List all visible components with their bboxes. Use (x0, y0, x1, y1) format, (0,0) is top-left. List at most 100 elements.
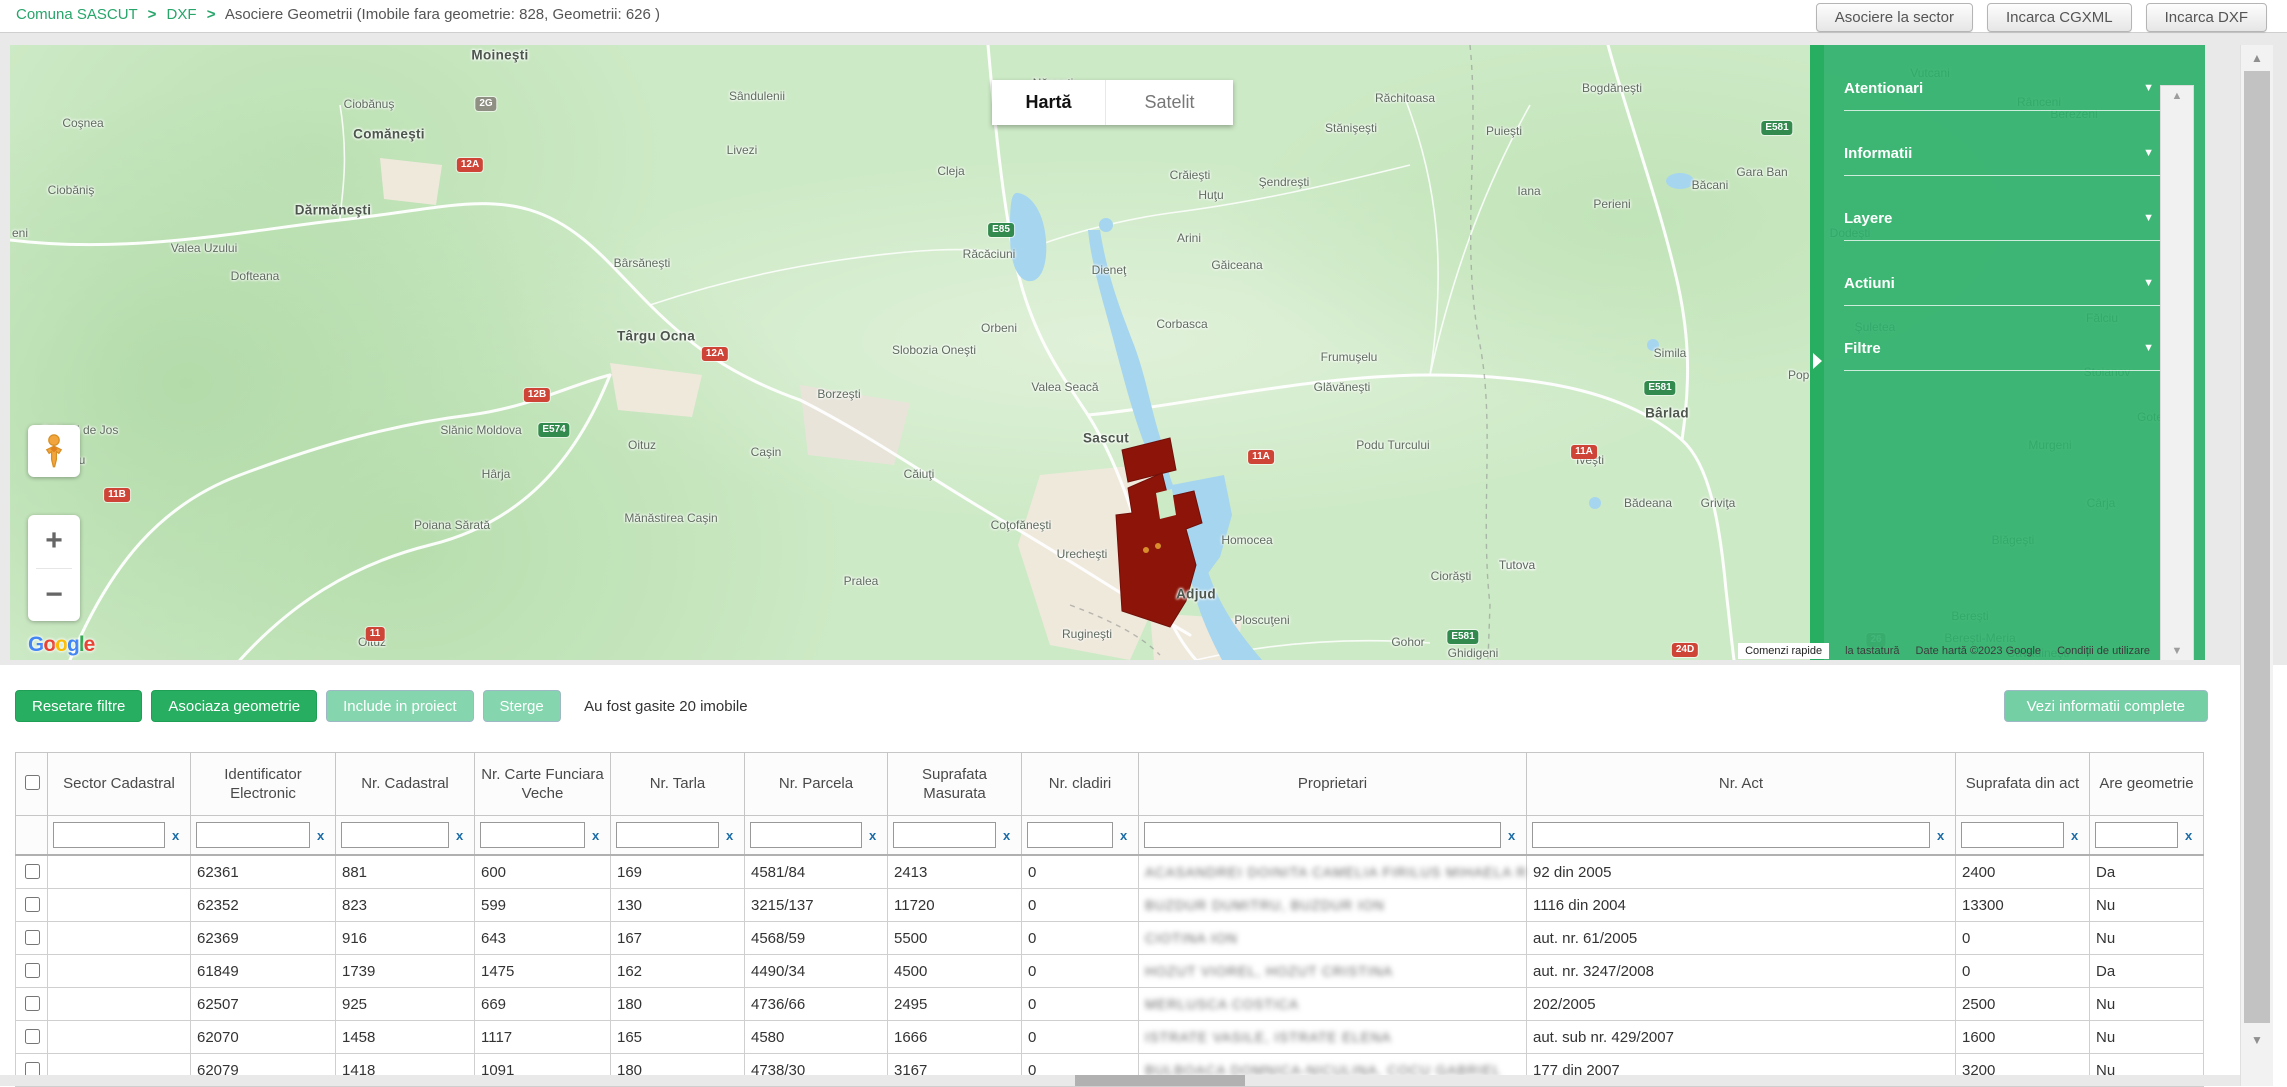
panel-scrollbar[interactable]: ▲ ▼ (2160, 85, 2194, 660)
table-cell: 600 (475, 855, 611, 889)
road-badge: 2G (475, 97, 496, 111)
keyboard-suffix: la tastatură (1845, 645, 1899, 657)
filter-input[interactable] (1532, 822, 1930, 848)
table-cell: 4580 (745, 1021, 888, 1054)
filter-cell: x (611, 816, 745, 856)
horizontal-scrollbar[interactable] (0, 1075, 2240, 1086)
row-checkbox[interactable] (25, 996, 40, 1011)
panel-section-filtre[interactable]: Filtre▼ (1844, 340, 2160, 392)
clear-filter-button[interactable]: x (317, 828, 324, 843)
panel-section-actiuni[interactable]: Actiuni▼ (1844, 275, 2160, 327)
breadcrumb: Comuna SASCUT > DXF > Asociere Geometrii… (16, 6, 660, 23)
filter-input[interactable] (341, 822, 449, 848)
map-container[interactable]: MoineştiCoşneaCiobănuşComăneştiSânduleni… (10, 45, 2205, 660)
filter-cell: x (1139, 816, 1527, 856)
zoom-in-button[interactable]: + (28, 515, 80, 568)
filter-cell: x (1022, 816, 1139, 856)
breadcrumb-dxf-link[interactable]: DXF (167, 6, 197, 23)
filter-input[interactable] (893, 822, 996, 848)
road-badge: E581 (1447, 630, 1478, 644)
zoom-out-button[interactable]: − (28, 569, 80, 622)
filter-input[interactable] (616, 822, 719, 848)
row-checkbox[interactable] (25, 963, 40, 978)
panel-separator (1844, 175, 2160, 176)
asociere-la-sector-button[interactable]: Asociere la sector (1816, 3, 1973, 32)
filter-input[interactable] (1144, 822, 1501, 848)
clear-filter-button[interactable]: x (726, 828, 733, 843)
terms-link[interactable]: Condiții de utilizare (2057, 645, 2150, 657)
table-cell: 643 (475, 922, 611, 955)
page-scrollbar[interactable]: ▲ ▼ (2240, 45, 2273, 1086)
breadcrumb-comuna-link[interactable]: Comuna SASCUT (16, 6, 137, 23)
row-checkbox-cell (16, 855, 48, 889)
filter-input[interactable] (53, 822, 165, 848)
filter-input[interactable] (750, 822, 862, 848)
table-cell: MERLUSCA COSTICA (1139, 988, 1527, 1021)
filter-input[interactable] (2095, 822, 2178, 848)
associate-geometry-button[interactable]: Asociaza geometrie (151, 690, 317, 722)
filter-input[interactable] (1027, 822, 1113, 848)
clear-filter-button[interactable]: x (1003, 828, 1010, 843)
page-scrollbar-thumb[interactable] (2244, 71, 2270, 1023)
panel-scroll-up-icon[interactable]: ▲ (2161, 90, 2193, 102)
row-checkbox[interactable] (25, 864, 40, 879)
clear-filter-button[interactable]: x (2185, 828, 2192, 843)
panel-section-layere[interactable]: Layere ▼ (1844, 210, 2160, 262)
table-cell: aut. nr. 61/2005 (1527, 922, 1956, 955)
column-header: Suprafata Masurata (888, 753, 1022, 816)
header-checkbox-cell (16, 753, 48, 816)
road-badge: 11A (1571, 445, 1597, 459)
include-in-project-button[interactable]: Include in proiect (326, 690, 473, 722)
table-cell (48, 889, 191, 922)
clear-filter-button[interactable]: x (456, 828, 463, 843)
page-scroll-down-icon[interactable]: ▼ (2241, 1033, 2273, 1047)
filter-input[interactable] (196, 822, 310, 848)
chevron-down-icon: ▼ (2143, 212, 2154, 224)
table-cell (48, 955, 191, 988)
table-cell: 1458 (336, 1021, 475, 1054)
row-checkbox[interactable] (25, 930, 40, 945)
chevron-down-icon: ▼ (2143, 147, 2154, 159)
table-cell: 92 din 2005 (1527, 855, 1956, 889)
view-full-info-button[interactable]: Vezi informatii complete (2004, 690, 2208, 722)
pegman-control[interactable] (28, 425, 80, 477)
google-logo-letter: e (84, 633, 95, 656)
clear-filter-button[interactable]: x (869, 828, 876, 843)
panel-section-title: Layere (1844, 210, 1892, 227)
clear-filter-button[interactable]: x (1120, 828, 1127, 843)
panel-collapse-handle[interactable] (1813, 353, 1822, 369)
chevron-down-icon: ▼ (2143, 82, 2154, 94)
column-header: Nr. cladiri (1022, 753, 1139, 816)
filter-input[interactable] (480, 822, 585, 848)
clear-filter-button[interactable]: x (172, 828, 179, 843)
panel-section-informatii[interactable]: Informatii▼ (1844, 145, 2160, 197)
row-checkbox[interactable] (25, 897, 40, 912)
table-cell: 1475 (475, 955, 611, 988)
table-cell: ACASANDREI DOINITA CAMELIA FIRILUS MIHAE… (1139, 855, 1527, 889)
clear-filter-button[interactable]: x (1937, 828, 1944, 843)
clear-filter-button[interactable]: x (1508, 828, 1515, 843)
filter-cell: x (2090, 816, 2204, 856)
panel-scroll-down-icon[interactable]: ▼ (2161, 645, 2193, 657)
horizontal-scrollbar-thumb[interactable] (1075, 1075, 1245, 1086)
panel-separator (1844, 240, 2160, 241)
select-all-checkbox[interactable] (25, 775, 40, 790)
table-cell: 0 (1022, 1021, 1139, 1054)
toolbar: Resetare filtre Asociaza geometrie Include… (15, 690, 2272, 726)
delete-button[interactable]: Sterge (483, 690, 561, 722)
clear-filter-button[interactable]: x (592, 828, 599, 843)
map-type-harta[interactable]: Hartă (992, 80, 1105, 125)
reset-filters-button[interactable]: Resetare filtre (15, 690, 142, 722)
row-checkbox[interactable] (25, 1029, 40, 1044)
map-type-satelit[interactable]: Satelit (1105, 80, 1233, 125)
incarca-cgxml-button[interactable]: Incarca CGXML (1987, 3, 2132, 32)
clear-filter-button[interactable]: x (2071, 828, 2078, 843)
page-scroll-up-icon[interactable]: ▲ (2241, 51, 2273, 65)
road-badge: 11A (1248, 450, 1274, 464)
filter-input[interactable] (1961, 822, 2064, 848)
panel-section-atentionari[interactable]: Atentionari▼ (1844, 80, 2160, 132)
keyboard-shortcuts-link[interactable]: Comenzi rapide (1738, 643, 1829, 659)
table-cell (48, 1021, 191, 1054)
google-logo[interactable]: Google (28, 633, 94, 657)
incarca-dxf-button[interactable]: Incarca DXF (2146, 3, 2267, 32)
